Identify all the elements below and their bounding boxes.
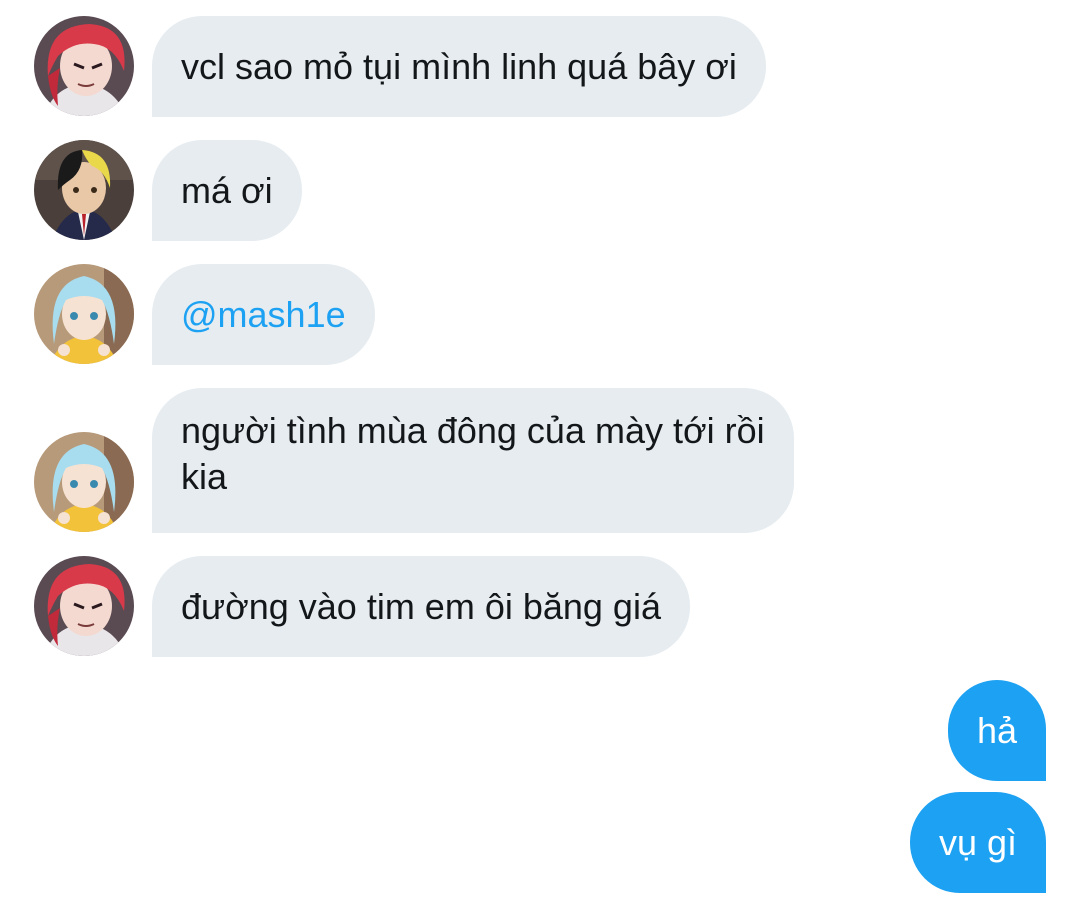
message-bubble-4[interactable]: người tình mùa đông của mày tới rồi kia	[152, 388, 794, 533]
avatar-light-blue-hair-icon	[34, 264, 134, 364]
avatar-red-hair[interactable]	[34, 16, 134, 116]
conversation: vcl sao mỏ tụi mình linh quá bây ơi má ơ…	[0, 0, 1080, 900]
mention-link[interactable]: @mash1e	[181, 292, 346, 338]
outgoing-bubble-2[interactable]: vụ gì	[909, 792, 1046, 893]
avatar-black-yellow-hair-icon	[34, 140, 134, 240]
outgoing-bubble-1[interactable]: hả	[947, 680, 1046, 781]
avatar-red-hair[interactable]	[34, 556, 134, 656]
avatar-red-hair-icon	[34, 16, 134, 116]
message-text-1: vcl sao mỏ tụi mình linh quá bây ơi	[181, 45, 737, 87]
avatar-red-hair-icon	[34, 556, 134, 656]
avatar-light-blue-hair[interactable]	[34, 432, 134, 532]
avatar-black-yellow-hair[interactable]	[34, 140, 134, 240]
message-text-4-line1: người tình mùa đông của mày tới rồi	[181, 410, 765, 451]
message-bubble-2[interactable]: má ơi	[152, 140, 302, 241]
message-text-5: đường vào tim em ôi băng giá	[181, 585, 661, 627]
avatar-light-blue-hair[interactable]	[34, 264, 134, 364]
message-bubble-1[interactable]: vcl sao mỏ tụi mình linh quá bây ơi	[152, 16, 766, 117]
message-text-2: má ơi	[181, 169, 273, 211]
outgoing-text-1: hả	[976, 709, 1017, 751]
message-bubble-3[interactable]: @mash1e	[152, 264, 375, 365]
message-text-4-line2: kia	[181, 456, 228, 497]
message-bubble-5[interactable]: đường vào tim em ôi băng giá	[152, 556, 690, 657]
avatar-light-blue-hair-icon	[34, 432, 134, 532]
outgoing-text-2: vụ gì	[938, 821, 1017, 863]
